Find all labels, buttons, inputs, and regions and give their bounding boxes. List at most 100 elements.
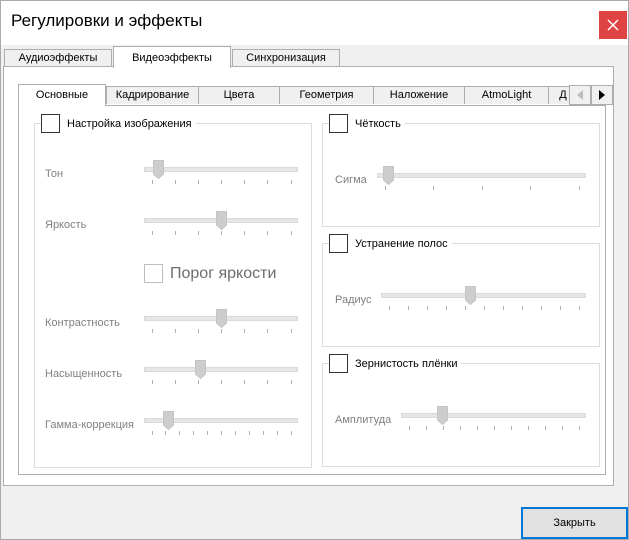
slider-tick <box>197 180 199 184</box>
slider-tick <box>267 180 269 184</box>
slider-tick <box>221 231 222 235</box>
slider-tick <box>197 231 199 235</box>
debanding-header: Устранение полос <box>329 234 452 253</box>
radius-slider[interactable] <box>381 286 586 311</box>
hue-slider[interactable] <box>144 160 298 185</box>
slider-thumb[interactable] <box>152 160 164 179</box>
slider-tick <box>267 231 269 235</box>
slider-tick <box>174 329 176 333</box>
slider-tick <box>578 306 580 310</box>
slider-tick <box>165 431 167 435</box>
slider-tick <box>425 426 427 430</box>
chevron-left-icon <box>577 90 583 100</box>
film-grain-checkbox[interactable] <box>329 354 348 373</box>
debanding-checkbox[interactable] <box>329 234 348 253</box>
slider-thumb[interactable] <box>194 360 206 379</box>
slider-tick <box>510 426 512 430</box>
tab-scroll-left[interactable] <box>569 85 591 105</box>
slider-thumb[interactable] <box>437 406 448 425</box>
slider-tick <box>530 186 531 190</box>
slider-thumb[interactable] <box>162 411 174 430</box>
contrast-slider[interactable] <box>144 309 298 334</box>
slider-tick <box>244 380 246 384</box>
brightness-threshold-checkbox[interactable] <box>144 264 163 283</box>
sigma-slider[interactable] <box>377 166 586 191</box>
tab-geometry[interactable]: Геометрия <box>279 86 374 104</box>
slider-tick <box>221 431 222 435</box>
slider-tick <box>481 186 483 190</box>
video-effects-panel: Основные Кадрирование Цвета Геометрия На… <box>3 66 614 486</box>
slider-tick <box>267 329 269 333</box>
slider-tick <box>290 180 292 184</box>
tab-essential[interactable]: Основные <box>18 84 106 106</box>
slider-tick <box>459 426 461 430</box>
adjustments-effects-window: Регулировки и эффекты Аудиоэффекты Видео… <box>0 0 629 540</box>
slider-ticks <box>144 231 298 236</box>
image-adjust-header: Настройка изображения <box>41 114 196 133</box>
slider-ticks <box>381 306 586 311</box>
slider-tick <box>234 431 236 435</box>
brightness-threshold[interactable]: Порог яркости <box>144 264 276 283</box>
tab-audio-effects[interactable]: Аудиоэффекты <box>4 49 112 67</box>
inner-tab-bar: Основные Кадрирование Цвета Геометрия На… <box>18 84 613 106</box>
amplitude-slider[interactable] <box>401 406 586 430</box>
tab-synchronization[interactable]: Синхронизация <box>232 49 340 67</box>
slider-tick <box>290 431 292 435</box>
tab-crop[interactable]: Кадрирование <box>106 86 199 104</box>
slider-ticks <box>377 186 586 191</box>
slider-tick <box>276 431 278 435</box>
slider-tick <box>221 380 222 384</box>
slider-ticks <box>144 329 298 334</box>
saturation-label: Насыщенность <box>45 368 123 380</box>
slider-tick <box>433 186 434 190</box>
tab-colors[interactable]: Цвета <box>198 86 280 104</box>
slider-tick <box>221 180 222 184</box>
sharpness-title: Чёткость <box>355 117 401 130</box>
slider-tick <box>384 186 386 190</box>
sharpness-group: Чёткость Сигма <box>322 114 600 227</box>
amplitude-label: Амплитуда <box>335 414 392 426</box>
radius-label: Радиус <box>335 294 372 306</box>
slider-ticks <box>144 180 298 185</box>
tab-atmolight[interactable]: AtmoLight <box>464 86 549 104</box>
slider-tick <box>521 306 523 310</box>
slider-tick <box>476 426 478 430</box>
tab-video-effects[interactable]: Видеоэффекты <box>113 46 231 68</box>
contrast-label: Контрастность <box>45 317 120 329</box>
slider-tick <box>527 426 529 430</box>
slider-tick <box>197 380 199 384</box>
image-adjust-group: Настройка изображения Тон Яркость Порог … <box>34 114 312 468</box>
slider-tick <box>174 231 176 235</box>
image-adjust-checkbox[interactable] <box>41 114 60 133</box>
slider-tick <box>179 431 181 435</box>
slider-track <box>144 367 298 372</box>
window-close-button[interactable] <box>599 11 627 39</box>
image-adjust-title: Настройка изображения <box>67 117 192 130</box>
film-grain-title: Зернистость плёнки <box>355 357 458 370</box>
sigma-label: Сигма <box>335 174 367 186</box>
gamma-slider[interactable] <box>144 411 298 435</box>
hue-label: Тон <box>45 168 64 180</box>
saturation-slider[interactable] <box>144 360 298 385</box>
tab-overlay[interactable]: Наложение <box>373 86 465 104</box>
slider-tick <box>578 426 580 430</box>
slider-tick <box>244 180 246 184</box>
close-button[interactable]: Закрыть <box>521 507 628 539</box>
tab-scroll-right[interactable] <box>591 85 613 105</box>
slider-thumb[interactable] <box>215 309 227 328</box>
slider-track <box>401 413 586 418</box>
film-grain-header: Зернистость плёнки <box>329 354 462 373</box>
slider-tick <box>151 380 153 384</box>
slider-thumb[interactable] <box>382 166 394 185</box>
slider-tick <box>493 426 495 430</box>
debanding-group: Устранение полос Радиус <box>322 234 600 347</box>
slider-tick <box>540 306 542 310</box>
sharpness-checkbox[interactable] <box>329 114 348 133</box>
slider-ticks <box>144 380 298 385</box>
brightness-slider[interactable] <box>144 211 298 236</box>
slider-tick <box>174 180 176 184</box>
slider-thumb[interactable] <box>464 286 476 305</box>
slider-tick <box>544 426 546 430</box>
slider-thumb[interactable] <box>215 211 227 230</box>
slider-track <box>377 173 586 178</box>
